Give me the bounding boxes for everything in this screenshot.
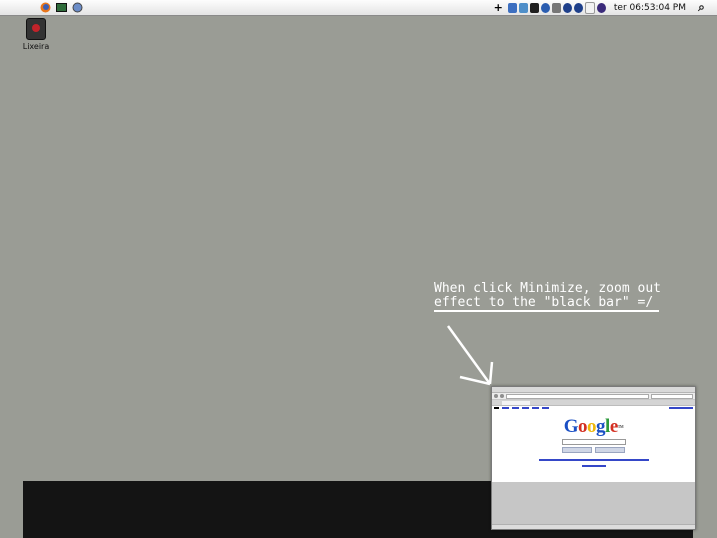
link (542, 407, 549, 409)
terminal-icon[interactable] (56, 2, 67, 13)
network-icon[interactable] (72, 2, 83, 13)
google-footer-links (538, 459, 649, 461)
annotation-text: When click Minimize, zoom out effect to … (434, 282, 661, 310)
logo-letter: G (563, 416, 579, 437)
window-lower-area (492, 482, 695, 529)
sync-icon[interactable] (518, 2, 528, 13)
forward-icon (500, 394, 504, 398)
search-button (562, 447, 592, 453)
panel-icon[interactable] (507, 2, 517, 13)
trash-icon (26, 18, 46, 40)
flag-icon[interactable] (584, 1, 595, 14)
search-icon[interactable]: ⌕ (696, 1, 707, 13)
google-footer-link (581, 465, 606, 467)
bluetooth-icon[interactable] (540, 2, 550, 13)
desktop-icon-trash[interactable]: Lixeira (20, 18, 52, 51)
logo-letter: o (587, 416, 597, 437)
menubar-left (0, 2, 83, 13)
desktop-icon-label: Lixeira (22, 42, 50, 51)
info-icon[interactable] (573, 2, 583, 13)
link (494, 407, 499, 409)
browser-toolbar (492, 393, 695, 400)
monitor-icon[interactable] (529, 2, 539, 13)
logo-letter: g (596, 416, 606, 437)
logo-letter: o (578, 416, 588, 437)
clock[interactable]: ter 06:53:04 PM (614, 3, 686, 13)
info-icon[interactable] (562, 2, 572, 13)
link (532, 407, 539, 409)
top-menubar: + ter 06:53:04 PM ⌕ (0, 0, 717, 16)
google-logo: GoogleTM (492, 417, 695, 437)
google-buttons (492, 447, 695, 453)
annotation-line-2: effect to the "black bar" =/ (434, 295, 654, 310)
link (669, 407, 693, 409)
link (502, 407, 509, 409)
user-icon[interactable] (596, 2, 606, 13)
add-panel-button[interactable]: + (494, 1, 503, 14)
back-icon (494, 394, 498, 398)
annotation-arrow-icon (446, 325, 494, 386)
search-bar (651, 393, 693, 399)
logo-letter: e (609, 416, 618, 437)
tab-bar (492, 400, 695, 406)
link (512, 407, 519, 409)
menubar-right: + ter 06:53:04 PM ⌕ (494, 0, 707, 15)
google-search-box (561, 439, 626, 445)
logo-trademark: TM (617, 424, 624, 429)
google-top-links (492, 406, 695, 414)
volume-icon[interactable] (551, 2, 561, 13)
window-statusbar (492, 524, 695, 529)
firefox-icon[interactable] (40, 2, 51, 13)
url-bar (506, 393, 649, 399)
apple-icon[interactable] (10, 2, 21, 13)
annotation-line-1: When click Minimize, zoom out (434, 281, 661, 296)
link (522, 407, 529, 409)
minimizing-window-thumbnail[interactable]: GoogleTM (491, 386, 696, 530)
annotation-underline (434, 310, 659, 312)
lucky-button (595, 447, 625, 453)
